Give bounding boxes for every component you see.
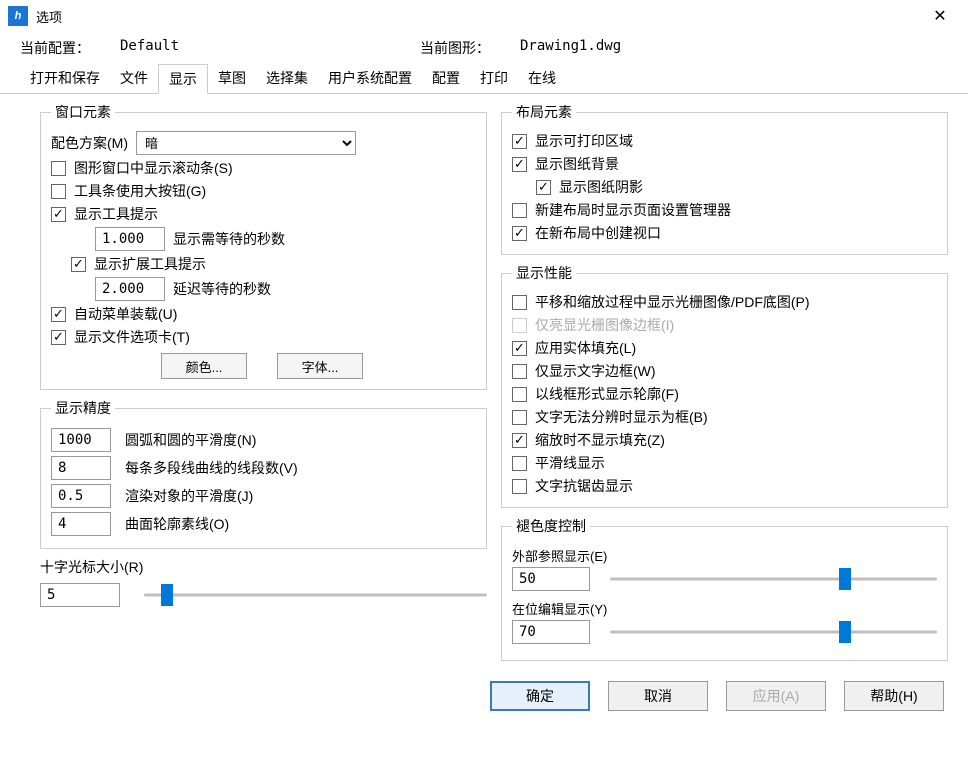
file-tabs-checkbox[interactable] [51,330,66,345]
tab-8[interactable]: 在线 [518,64,566,93]
wireframe-label: 以线框形式显示轮廓(F) [535,384,679,404]
text-aa-label: 文字抗锯齿显示 [535,476,633,496]
paper-bg-label: 显示图纸背景 [535,154,619,174]
smooth-line-label: 平滑线显示 [535,453,605,473]
render-smoothness-input[interactable] [51,484,111,508]
tab-2[interactable]: 显示 [158,64,208,94]
raster-checkbox[interactable] [512,295,527,310]
scrollbars-label: 图形窗口中显示滚动条(S) [74,158,233,178]
arc-smoothness-label: 圆弧和圆的平滑度(N) [125,430,256,450]
drawing-label: 当前图形： [420,38,490,58]
text-frame-checkbox[interactable] [512,364,527,379]
solid-fill-checkbox[interactable] [512,341,527,356]
tab-0[interactable]: 打开和保存 [20,64,110,93]
polyline-segments-label: 每条多段线曲线的线段数(V) [125,458,298,478]
drawing-value: Drawing1.dwg [520,38,621,58]
solid-fill-label: 应用实体填充(L) [535,338,636,358]
text-aa-checkbox[interactable] [512,479,527,494]
xref-fade-label: 外部参照显示(E) [512,546,937,565]
printable-area-label: 显示可打印区域 [535,131,633,151]
surface-lines-label: 曲面轮廓素线(O) [125,514,229,534]
config-label: 当前配置： [20,38,90,58]
text-box-label: 文字无法分辨时显示为框(B) [535,407,708,427]
surface-lines-input[interactable] [51,512,111,536]
tooltips-checkbox[interactable] [51,207,66,222]
tooltip-delay-input[interactable] [95,227,165,251]
big-buttons-checkbox[interactable] [51,184,66,199]
no-fill-zoom-checkbox[interactable] [512,433,527,448]
crosshair-label: 十字光标大小(R) [40,557,487,577]
cancel-button[interactable]: 取消 [608,681,708,711]
tooltip-delay-label: 显示需等待的秒数 [173,229,285,249]
smooth-line-checkbox[interactable] [512,456,527,471]
tab-3[interactable]: 草图 [208,64,256,93]
apply-button[interactable]: 应用(A) [726,681,826,711]
file-tabs-label: 显示文件选项卡(T) [74,327,190,347]
ext-tooltips-checkbox[interactable] [71,257,86,272]
wireframe-checkbox[interactable] [512,387,527,402]
tab-1[interactable]: 文件 [110,64,158,93]
scrollbars-checkbox[interactable] [51,161,66,176]
text-box-checkbox[interactable] [512,410,527,425]
precision-legend: 显示精度 [51,398,115,418]
config-value: Default [120,38,179,58]
paper-shadow-checkbox[interactable] [536,180,551,195]
polyline-segments-input[interactable] [51,456,111,480]
app-icon: h [8,6,28,26]
tab-7[interactable]: 打印 [470,64,518,93]
auto-menu-checkbox[interactable] [51,307,66,322]
tab-4[interactable]: 选择集 [256,64,318,93]
tab-6[interactable]: 配置 [422,64,470,93]
inplace-fade-input[interactable] [512,620,590,644]
help-button[interactable]: 帮助(H) [844,681,944,711]
xref-fade-slider[interactable] [610,568,937,590]
crosshair-input[interactable] [40,583,120,607]
raster-label: 平移和缩放过程中显示光栅图像/PDF底图(P) [535,292,810,312]
fonts-button[interactable]: 字体... [277,353,363,379]
fade-legend: 褪色度控制 [512,516,590,536]
close-icon[interactable]: ✕ [920,2,960,30]
render-smoothness-label: 渲染对象的平滑度(J) [125,486,253,506]
auto-menu-label: 自动菜单装载(U) [74,304,177,324]
arc-smoothness-input[interactable] [51,428,111,452]
tab-5[interactable]: 用户系统配置 [318,64,422,93]
tooltips-label: 显示工具提示 [74,204,158,224]
raster-frame-label: 仅亮显光栅图像边框(I) [535,315,674,335]
ok-button[interactable]: 确定 [490,681,590,711]
ext-delay-input[interactable] [95,277,165,301]
viewport-label: 在新布局中创建视口 [535,223,661,243]
color-scheme-label: 配色方案(M) [51,133,128,153]
colors-button[interactable]: 颜色... [161,353,247,379]
page-setup-label: 新建布局时显示页面设置管理器 [535,200,731,220]
crosshair-slider[interactable] [144,584,487,606]
color-scheme-select[interactable]: 暗 [136,131,356,155]
big-buttons-label: 工具条使用大按钮(G) [74,181,206,201]
no-fill-zoom-label: 缩放时不显示填充(Z) [535,430,665,450]
raster-frame-checkbox [512,318,527,333]
viewport-checkbox[interactable] [512,226,527,241]
ext-delay-label: 延迟等待的秒数 [173,279,271,299]
window-elements-legend: 窗口元素 [51,102,115,122]
printable-area-checkbox[interactable] [512,134,527,149]
inplace-fade-label: 在位编辑显示(Y) [512,599,937,618]
paper-bg-checkbox[interactable] [512,157,527,172]
xref-fade-input[interactable] [512,567,590,591]
page-setup-checkbox[interactable] [512,203,527,218]
inplace-fade-slider[interactable] [610,621,937,643]
layout-legend: 布局元素 [512,102,576,122]
paper-shadow-label: 显示图纸阴影 [559,177,643,197]
performance-legend: 显示性能 [512,263,576,283]
ext-tooltips-label: 显示扩展工具提示 [94,254,206,274]
text-frame-label: 仅显示文字边框(W) [535,361,656,381]
window-title: 选项 [36,7,62,26]
